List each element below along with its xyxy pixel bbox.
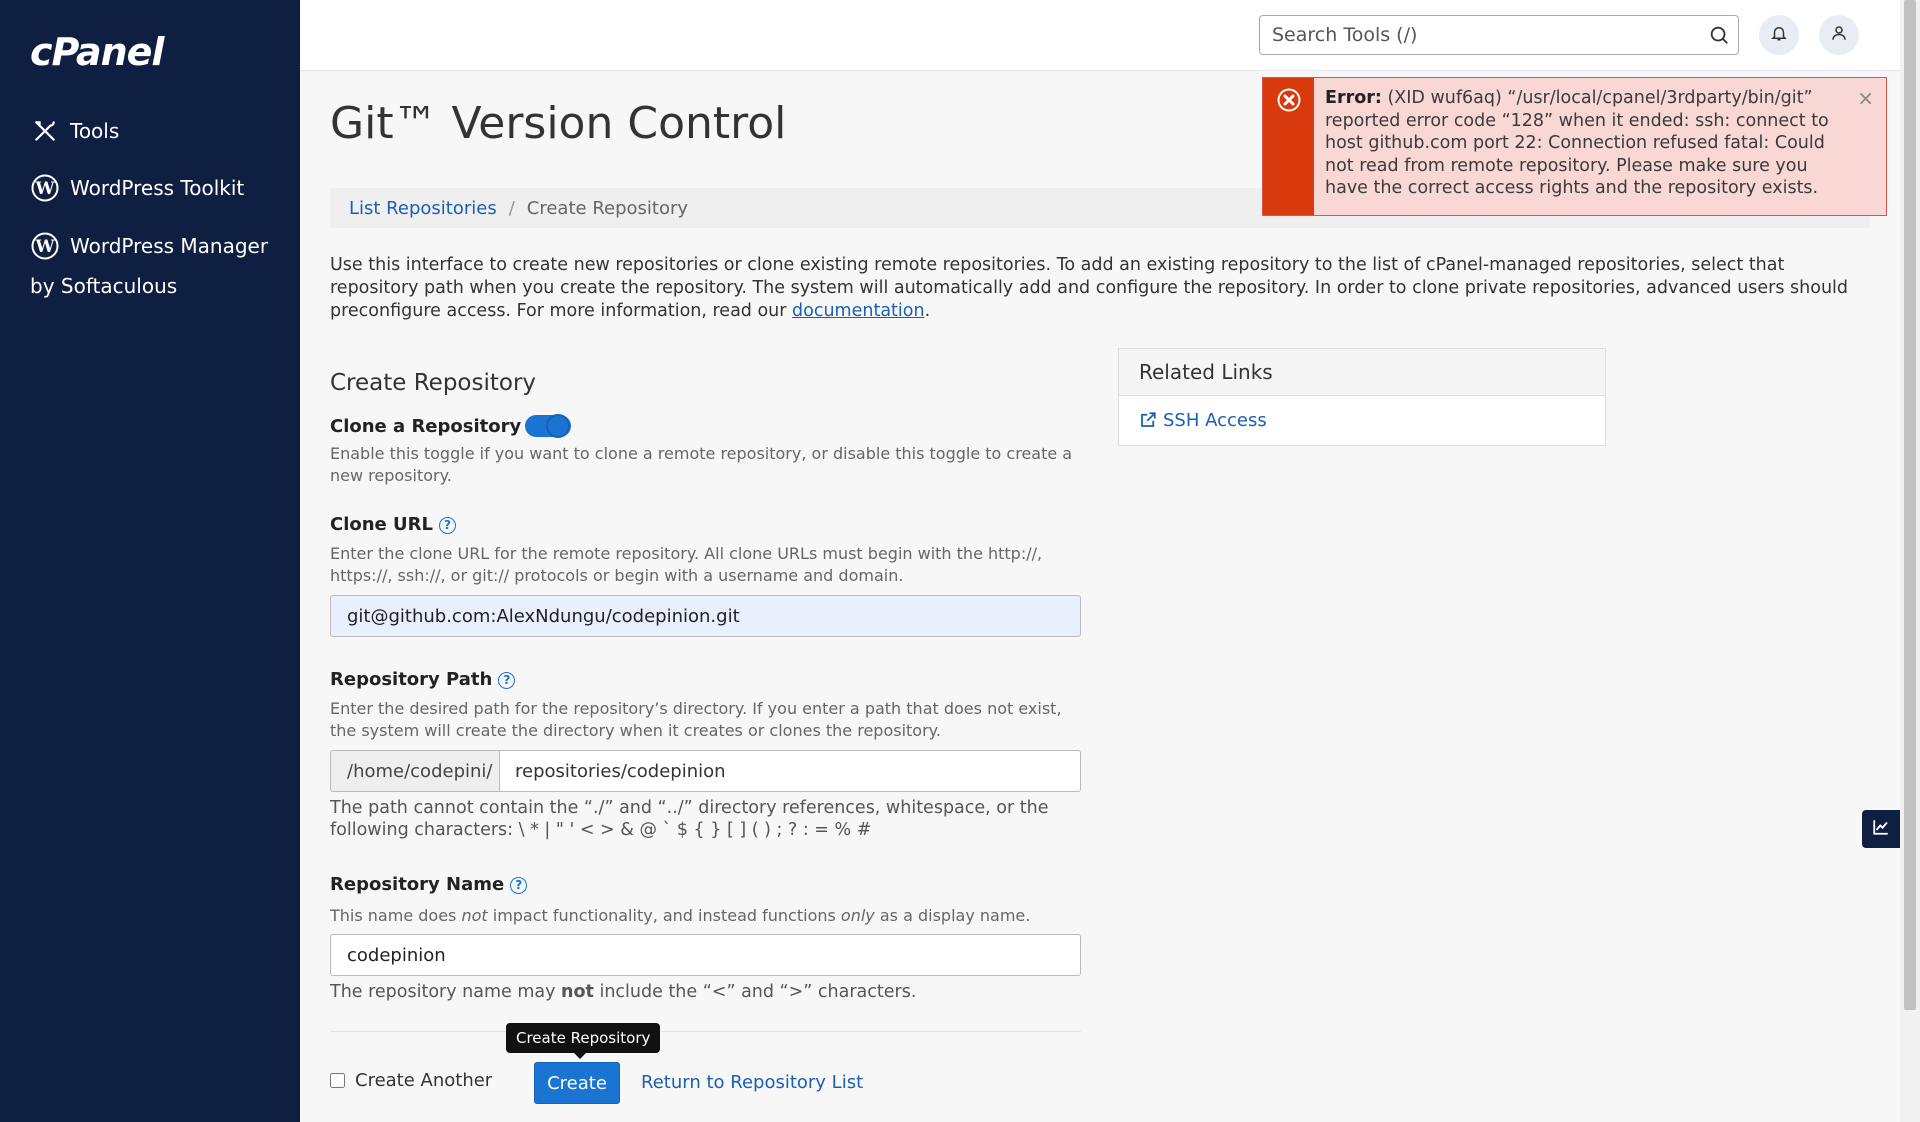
return-to-repository-list-link[interactable]: Return to Repository List	[641, 1072, 863, 1093]
breadcrumb-current: Create Repository	[526, 197, 689, 219]
help-text-part: as a display name.	[874, 906, 1031, 925]
help-text-part: This name does	[330, 906, 462, 925]
repository-path-label: Repository Path	[330, 669, 493, 690]
clone-repository-label: Clone a Repository	[330, 415, 522, 437]
clone-url-input[interactable]: git@github.com:AlexNdungu/codepinion.git	[330, 595, 1081, 637]
user-menu-button[interactable]	[1819, 15, 1859, 55]
repository-name-help-text: This name does not impact functionality,…	[330, 905, 1082, 927]
search-icon[interactable]	[1708, 24, 1730, 50]
sidebar: cPanel Tools W WordPress Toolkit W WordP…	[0, 0, 300, 1122]
intro-text: Use this interface to create new reposit…	[330, 254, 1870, 323]
note-part: include the “<” and “>” characters.	[593, 982, 917, 1002]
help-icon[interactable]: ?	[498, 671, 516, 689]
related-links-heading: Related Links	[1119, 349, 1605, 396]
breadcrumb-separator: /	[508, 197, 515, 219]
ssh-access-label: SSH Access	[1163, 409, 1267, 431]
help-text-part: impact functionality, and instead functi…	[487, 906, 841, 925]
scrollbar-thumb[interactable]	[1904, 0, 1916, 1010]
form-heading: Create Repository	[330, 370, 537, 396]
related-links-panel: Related Links SSH Access	[1118, 348, 1606, 446]
documentation-link[interactable]: documentation	[792, 301, 925, 321]
user-icon	[1830, 24, 1848, 46]
sidebar-item-wordpress-manager[interactable]: W WordPress Manager	[30, 231, 268, 261]
note-part: The repository name may	[330, 982, 562, 1002]
repository-path-prefix: /home/codepini/	[330, 750, 499, 792]
search-input[interactable]	[1270, 16, 1690, 54]
sidebar-item-tools[interactable]: Tools	[30, 116, 119, 146]
repository-path-group: /home/codepini/ repositories/codepinion	[330, 750, 1081, 792]
error-icon	[1276, 87, 1302, 117]
repository-name-label-row: Repository Name?	[330, 874, 528, 895]
clone-repository-toggle[interactable]	[525, 414, 572, 438]
chart-icon	[1872, 818, 1890, 840]
page-scrollbar[interactable]	[1900, 0, 1920, 1122]
create-another-label: Create Another	[355, 1070, 493, 1091]
repository-path-help-text: Enter the desired path for the repositor…	[330, 699, 1062, 740]
tools-icon	[30, 116, 60, 146]
intro-end: .	[924, 301, 931, 321]
intro-body: Use this interface to create new reposit…	[330, 255, 1849, 321]
sidebar-item-wordpress-toolkit[interactable]: W WordPress Toolkit	[30, 173, 244, 203]
form-divider	[330, 1031, 1081, 1032]
note-emphasis: not	[561, 982, 594, 1002]
external-link-icon	[1139, 411, 1157, 429]
error-alert: Error: (XID wuf6aq) “/usr/local/cpanel/3…	[1262, 77, 1887, 216]
help-text-emphasis: only	[840, 906, 875, 925]
clone-repository-field: Clone a Repository	[330, 414, 572, 438]
help-text-emphasis: not	[461, 906, 488, 925]
wordpress-icon: W	[30, 231, 60, 261]
create-another-checkbox[interactable]	[330, 1073, 345, 1088]
error-message: Error: (XID wuf6aq) “/usr/local/cpanel/3…	[1325, 87, 1845, 200]
error-alert-bar	[1263, 78, 1314, 215]
help-icon[interactable]: ?	[438, 516, 456, 534]
repository-name-input[interactable]: codepinion	[330, 934, 1081, 976]
search-box	[1259, 15, 1739, 55]
cpanel-logo[interactable]: cPanel	[30, 30, 164, 74]
create-another-option[interactable]: Create Another	[330, 1070, 492, 1091]
error-body: (XID wuf6aq) “/usr/local/cpanel/3rdparty…	[1325, 88, 1829, 198]
statistics-button[interactable]	[1862, 810, 1900, 848]
sidebar-item-label: WordPress Manager	[70, 234, 269, 258]
sidebar-item-label: Tools	[70, 119, 120, 143]
sidebar-item-label-line2[interactable]: by Softaculous	[30, 274, 177, 298]
svg-text:W: W	[34, 179, 55, 199]
notifications-button[interactable]	[1759, 15, 1799, 55]
create-tooltip: Create Repository	[506, 1023, 661, 1059]
clone-help-text: Enable this toggle if you want to clone …	[330, 444, 1073, 485]
page-title: Git™ Version Control	[330, 98, 787, 149]
sidebar-item-label: WordPress Toolkit	[70, 176, 245, 200]
create-button[interactable]: Create	[534, 1062, 620, 1104]
wordpress-icon: W	[30, 173, 60, 203]
bell-icon	[1770, 24, 1788, 46]
repository-name-note: The repository name may not include the …	[330, 982, 916, 1002]
ssh-access-link[interactable]: SSH Access	[1119, 396, 1605, 444]
repository-path-label-row: Repository Path?	[330, 669, 516, 690]
repository-path-input[interactable]: repositories/codepinion	[499, 750, 1081, 792]
top-bar	[300, 0, 1900, 71]
svg-text:W: W	[34, 237, 55, 257]
error-title: Error:	[1325, 88, 1382, 108]
breadcrumb-link-list-repositories[interactable]: List Repositories	[349, 198, 497, 219]
clone-url-label-row: Clone URL?	[330, 514, 456, 535]
repository-path-note: The path cannot contain the “./” and “..…	[330, 798, 1049, 840]
clone-url-help-text: Enter the clone URL for the remote repos…	[330, 544, 1043, 585]
close-icon[interactable]: ×	[1857, 86, 1874, 110]
help-icon[interactable]: ?	[510, 876, 528, 894]
clone-url-label: Clone URL	[330, 514, 433, 535]
repository-name-label: Repository Name	[330, 874, 505, 895]
